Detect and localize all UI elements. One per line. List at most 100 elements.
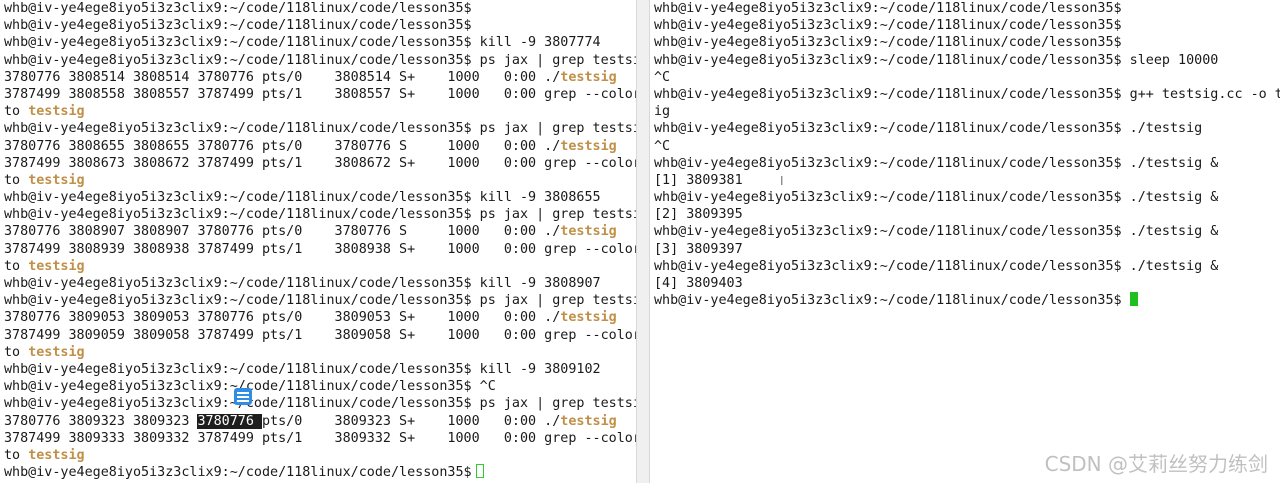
terminal-line: whb@iv-ye4ege8iyo5i3z3clix9:~/code/118li… bbox=[4, 395, 636, 412]
terminal-line: 3787499 3809059 3809058 3787499 pts/1 38… bbox=[4, 327, 636, 344]
terminal-line: whb@iv-ye4ege8iyo5i3z3clix9:~/code/118li… bbox=[4, 361, 636, 378]
terminal-line: whb@iv-ye4ege8iyo5i3z3clix9:~/code/118li… bbox=[654, 292, 1280, 309]
line-text: to bbox=[4, 344, 29, 360]
terminal-line: whb@iv-ye4ege8iyo5i3z3clix9:~/code/118li… bbox=[654, 120, 1280, 137]
grep-match-highlight: testsig bbox=[560, 310, 617, 326]
terminal-line: ^C bbox=[654, 138, 1280, 155]
terminal-output-left: whb@iv-ye4ege8iyo5i3z3clix9:~/code/118li… bbox=[4, 0, 636, 481]
line-text: [2] 3809395 bbox=[654, 207, 743, 223]
terminal-line: 3780776 3808514 3808514 3780776 pts/0 38… bbox=[4, 69, 636, 86]
line-text: ^C bbox=[654, 69, 671, 85]
terminal-line: whb@iv-ye4ege8iyo5i3z3clix9:~/code/118li… bbox=[4, 34, 636, 51]
terminal-line: whb@iv-ye4ege8iyo5i3z3clix9:~/code/118li… bbox=[654, 17, 1280, 34]
terminal-line: to testsig bbox=[4, 172, 636, 189]
terminal-pane-right[interactable]: whb@iv-ye4ege8iyo5i3z3clix9:~/code/118li… bbox=[650, 0, 1280, 483]
line-text: ^C bbox=[654, 138, 671, 154]
line-text: whb@iv-ye4ege8iyo5i3z3clix9:~/code/118li… bbox=[654, 18, 1122, 34]
line-text: whb@iv-ye4ege8iyo5i3z3clix9:~/code/118li… bbox=[4, 276, 601, 291]
terminal-line: whb@iv-ye4ege8iyo5i3z3clix9:~/code/118li… bbox=[654, 258, 1280, 275]
line-text: 3787499 3808673 3808672 3787499 pts/1 38… bbox=[4, 155, 636, 171]
line-text: whb@iv-ye4ege8iyo5i3z3clix9:~/code/118li… bbox=[4, 1, 472, 16]
terminal-cursor bbox=[1129, 292, 1138, 307]
terminal-line: 3787499 3808673 3808672 3787499 pts/1 38… bbox=[4, 155, 636, 172]
line-text: whb@iv-ye4ege8iyo5i3z3clix9:~/code/118li… bbox=[654, 86, 1280, 102]
line-text: 3787499 3808558 3808557 3787499 pts/1 38… bbox=[4, 86, 636, 102]
grep-match-highlight: testsig bbox=[28, 258, 85, 274]
line-text: whb@iv-ye4ege8iyo5i3z3clix9:~/code/118li… bbox=[654, 293, 1130, 309]
terminal-line: to testsig bbox=[4, 447, 636, 464]
terminal-line: ig bbox=[654, 103, 1280, 120]
terminal-line: 3780776 3809053 3809053 3780776 pts/0 38… bbox=[4, 309, 636, 326]
line-text: [4] 3809403 bbox=[654, 276, 743, 291]
line-text: [3] 3809397 bbox=[654, 241, 743, 257]
grep-match-highlight: testsig bbox=[28, 344, 85, 360]
terminal-line: whb@iv-ye4ege8iyo5i3z3clix9:~/code/118li… bbox=[4, 292, 636, 309]
terminal-line: to testsig bbox=[4, 258, 636, 275]
line-text: whb@iv-ye4ege8iyo5i3z3clix9:~/code/118li… bbox=[4, 396, 636, 412]
grep-match-highlight: testsig bbox=[560, 138, 617, 154]
grep-match-highlight: testsig bbox=[560, 413, 617, 429]
terminal-line: [1] 3809381 bbox=[654, 172, 1280, 189]
terminal-cursor bbox=[475, 464, 484, 479]
line-text: whb@iv-ye4ege8iyo5i3z3clix9:~/code/118li… bbox=[4, 293, 636, 309]
selected-text: 3780776 bbox=[197, 413, 262, 429]
grep-match-highlight: testsig bbox=[560, 69, 617, 85]
terminal-line: whb@iv-ye4ege8iyo5i3z3clix9:~/code/118li… bbox=[654, 86, 1280, 103]
line-text: 3780776 3808514 3808514 3780776 pts/0 38… bbox=[4, 69, 561, 85]
terminal-line: [2] 3809395 bbox=[654, 206, 1280, 223]
line-text: pts/0 3809323 S+ 1000 0:00 ./ bbox=[261, 413, 561, 429]
terminal-line: 3780776 3808907 3808907 3780776 pts/0 37… bbox=[4, 223, 636, 240]
line-text: whb@iv-ye4ege8iyo5i3z3clix9:~/code/118li… bbox=[4, 35, 601, 51]
line-text: whb@iv-ye4ege8iyo5i3z3clix9:~/code/118li… bbox=[4, 52, 636, 68]
terminal-line: whb@iv-ye4ege8iyo5i3z3clix9:~/code/118li… bbox=[654, 155, 1280, 172]
terminal-line: 3780776 3809323 3809323 3780776 pts/0 38… bbox=[4, 413, 636, 430]
line-text: whb@iv-ye4ege8iyo5i3z3clix9:~/code/118li… bbox=[4, 121, 636, 137]
line-text: whb@iv-ye4ege8iyo5i3z3clix9:~/code/118li… bbox=[4, 361, 601, 377]
text-cursor-ibeam-icon: I bbox=[780, 174, 784, 188]
terminal-line: whb@iv-ye4ege8iyo5i3z3clix9:~/code/118li… bbox=[4, 464, 636, 481]
terminal-line: whb@iv-ye4ege8iyo5i3z3clix9:~/code/118li… bbox=[654, 223, 1280, 240]
line-text: [1] 3809381 bbox=[654, 172, 743, 188]
terminal-line: whb@iv-ye4ege8iyo5i3z3clix9:~/code/118li… bbox=[654, 0, 1280, 17]
terminal-line: 3787499 3808939 3808938 3787499 pts/1 38… bbox=[4, 241, 636, 258]
terminal-line: whb@iv-ye4ege8iyo5i3z3clix9:~/code/118li… bbox=[4, 378, 636, 395]
line-text: whb@iv-ye4ege8iyo5i3z3clix9:~/code/118li… bbox=[654, 258, 1219, 274]
line-text: whb@iv-ye4ege8iyo5i3z3clix9:~/code/118li… bbox=[654, 35, 1122, 51]
terminal-line: 3780776 3808655 3808655 3780776 pts/0 37… bbox=[4, 138, 636, 155]
line-text: to bbox=[4, 172, 29, 188]
terminal-line: whb@iv-ye4ege8iyo5i3z3clix9:~/code/118li… bbox=[4, 17, 636, 34]
terminal-line: whb@iv-ye4ege8iyo5i3z3clix9:~/code/118li… bbox=[4, 206, 636, 223]
terminal-line: whb@iv-ye4ege8iyo5i3z3clix9:~/code/118li… bbox=[654, 34, 1280, 51]
terminal-line: whb@iv-ye4ege8iyo5i3z3clix9:~/code/118li… bbox=[654, 189, 1280, 206]
terminal-line: to testsig bbox=[4, 344, 636, 361]
terminal-line: 3787499 3809333 3809332 3787499 pts/1 38… bbox=[4, 430, 636, 447]
line-text: to bbox=[4, 104, 29, 120]
terminal-line: whb@iv-ye4ege8iyo5i3z3clix9:~/code/118li… bbox=[4, 0, 636, 17]
line-text: to bbox=[4, 258, 29, 274]
line-text: whb@iv-ye4ege8iyo5i3z3clix9:~/code/118li… bbox=[4, 190, 601, 206]
line-text: whb@iv-ye4ege8iyo5i3z3clix9:~/code/118li… bbox=[654, 121, 1203, 137]
line-text: whb@iv-ye4ege8iyo5i3z3clix9:~/code/118li… bbox=[4, 207, 636, 223]
terminal-line: whb@iv-ye4ege8iyo5i3z3clix9:~/code/118li… bbox=[4, 52, 636, 69]
line-text: 3780776 3809053 3809053 3780776 pts/0 38… bbox=[4, 310, 561, 326]
grep-match-highlight: testsig bbox=[28, 172, 85, 188]
line-text: whb@iv-ye4ege8iyo5i3z3clix9:~/code/118li… bbox=[654, 155, 1219, 171]
line-text: to bbox=[4, 447, 29, 463]
line-text: whb@iv-ye4ege8iyo5i3z3clix9:~/code/118li… bbox=[654, 1, 1122, 16]
line-text: ig bbox=[654, 104, 671, 120]
line-text: whb@iv-ye4ege8iyo5i3z3clix9:~/code/118li… bbox=[4, 465, 472, 481]
terminal-line: whb@iv-ye4ege8iyo5i3z3clix9:~/code/118li… bbox=[654, 52, 1280, 69]
terminal-output-right: whb@iv-ye4ege8iyo5i3z3clix9:~/code/118li… bbox=[654, 0, 1280, 309]
pane-divider[interactable] bbox=[636, 0, 650, 483]
terminal-line: ^C bbox=[654, 69, 1280, 86]
terminal-line: [4] 3809403 bbox=[654, 275, 1280, 292]
terminal-line: to testsig bbox=[4, 103, 636, 120]
grep-match-highlight: testsig bbox=[560, 224, 617, 240]
terminal-pane-left[interactable]: whb@iv-ye4ege8iyo5i3z3clix9:~/code/118li… bbox=[0, 0, 636, 483]
terminal-line: whb@iv-ye4ege8iyo5i3z3clix9:~/code/118li… bbox=[4, 120, 636, 137]
grep-match-highlight: testsig bbox=[28, 447, 85, 463]
terminal-line: [3] 3809397 bbox=[654, 241, 1280, 258]
terminal-line: 3787499 3808558 3808557 3787499 pts/1 38… bbox=[4, 86, 636, 103]
line-text: 3780776 3808907 3808907 3780776 pts/0 37… bbox=[4, 224, 561, 240]
floating-toolbar-icon[interactable] bbox=[234, 388, 252, 405]
